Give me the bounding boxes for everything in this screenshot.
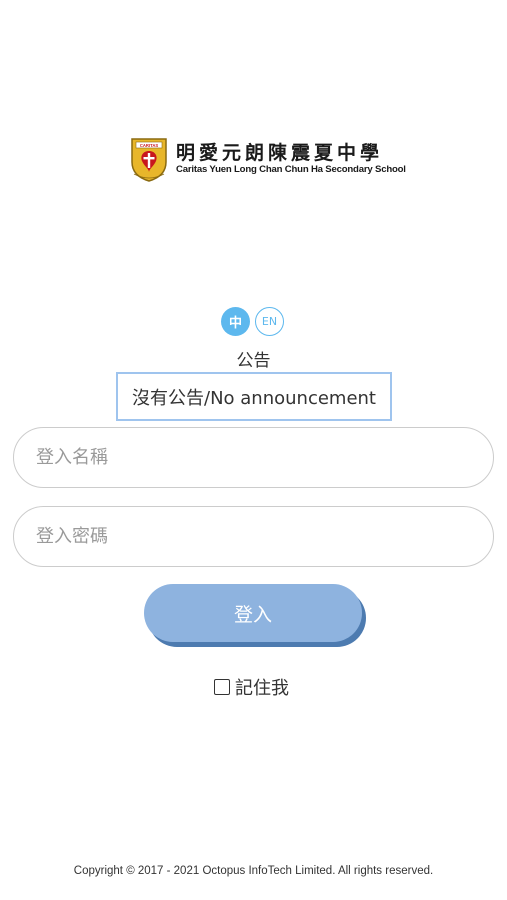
login-page: CARITAS 明愛元朗陳震夏中學 Caritas Yuen Long Chan…	[0, 0, 507, 900]
language-switch: 中 EN	[221, 307, 284, 336]
announcement-box: 沒有公告/No announcement	[116, 372, 392, 421]
svg-text:CARITAS: CARITAS	[140, 143, 159, 148]
announcement-title: 公告	[236, 351, 271, 371]
school-name-chinese: 明愛元朗陳震夏中學	[176, 142, 384, 164]
login-button[interactable]: 登入	[144, 584, 362, 642]
remember-me[interactable]: 記住我	[214, 674, 289, 700]
school-crest-icon: CARITAS	[131, 138, 167, 182]
school-logo: CARITAS 明愛元朗陳震夏中學 Caritas Yuen Long Chan…	[128, 136, 406, 182]
school-name-english: Caritas Yuen Long Chan Chun Ha Secondary…	[176, 164, 406, 175]
copyright-footer: Copyright © 2017 - 2021 Octopus InfoTech…	[73, 865, 434, 877]
remember-me-label: 記住我	[235, 678, 289, 699]
remember-me-checkbox[interactable]	[214, 679, 230, 695]
language-english-button[interactable]: EN	[255, 307, 284, 336]
language-chinese-button[interactable]: 中	[221, 307, 250, 336]
username-input[interactable]	[13, 427, 494, 488]
school-name: 明愛元朗陳震夏中學 Caritas Yuen Long Chan Chun Ha…	[176, 142, 406, 176]
password-input[interactable]	[13, 506, 494, 567]
